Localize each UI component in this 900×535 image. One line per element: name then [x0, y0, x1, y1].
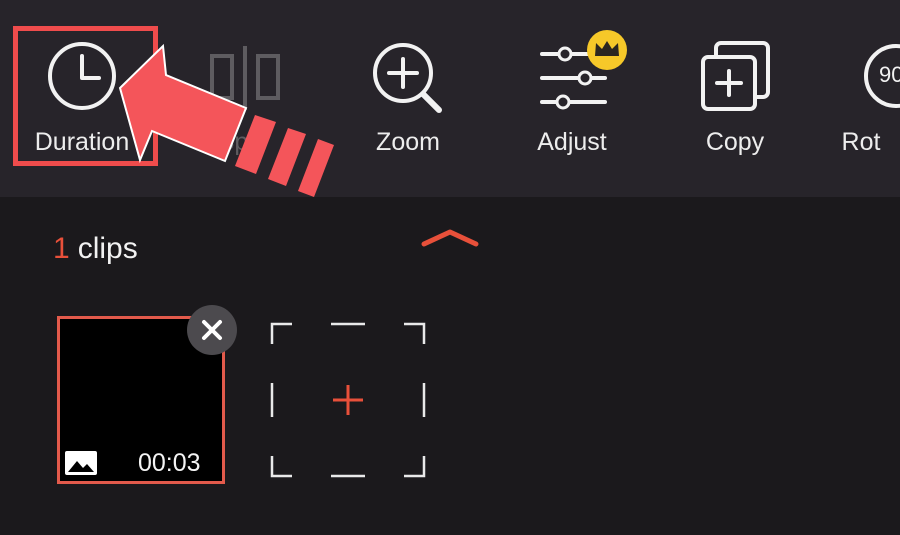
clips-count-header: 1 clips	[53, 232, 138, 266]
clips-label: clips	[77, 232, 138, 265]
duration-highlight-box	[13, 26, 158, 166]
remove-clip-button[interactable]	[187, 305, 237, 355]
add-clip-frame-icon	[270, 322, 426, 478]
zoom-in-icon	[333, 38, 483, 118]
copy-icon	[660, 38, 810, 118]
split-icon	[170, 38, 320, 118]
crown-icon	[587, 30, 627, 70]
split-tool-button[interactable]: Sp	[170, 38, 320, 168]
close-icon	[202, 320, 222, 340]
copy-tool-label: Copy	[705, 128, 765, 156]
copy-tool-button[interactable]: Copy	[660, 38, 810, 168]
rotate-icon: 90	[820, 38, 900, 118]
add-clip-button[interactable]	[270, 322, 426, 478]
image-icon	[65, 451, 97, 475]
chevron-up-icon	[421, 229, 479, 247]
adjust-tool-label: Adjust	[537, 128, 607, 156]
zoom-tool-button[interactable]: Zoom	[333, 38, 483, 168]
rotate-tool-label: Rot	[841, 128, 881, 156]
clip-editor-screen: Duration Sp Zoom Adjust Copy 90 Rot 1 cl…	[0, 0, 900, 535]
adjust-tool-button[interactable]: Adjust	[497, 30, 647, 168]
clips-count: 1	[53, 232, 70, 265]
edit-toolbar: Duration Sp Zoom Adjust Copy 90 Rot	[0, 0, 900, 197]
split-tool-label: Sp	[217, 128, 249, 156]
rotate-tool-button[interactable]: 90 Rot	[820, 38, 900, 168]
clip-duration: 00:03	[138, 449, 201, 477]
collapse-panel-button[interactable]	[418, 222, 482, 252]
rotate-icon-text: 90	[879, 62, 900, 87]
zoom-tool-label: Zoom	[376, 128, 440, 156]
